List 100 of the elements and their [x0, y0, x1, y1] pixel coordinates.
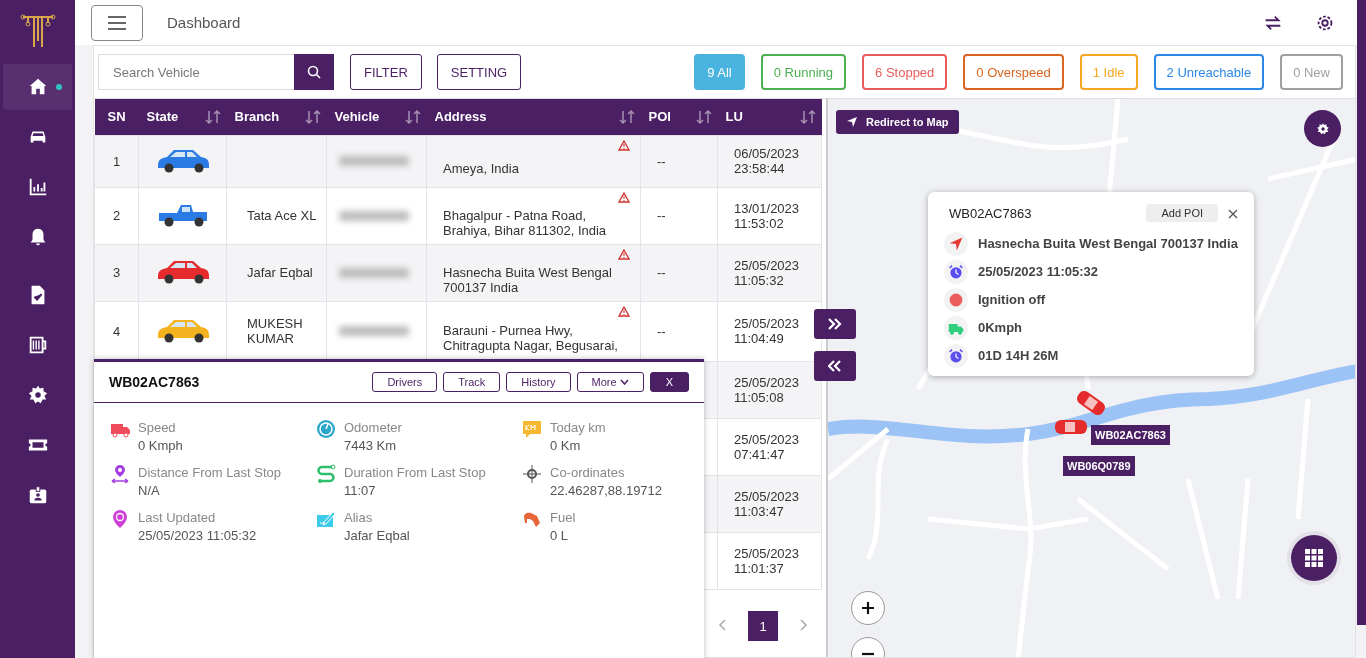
sort-icon[interactable] [304, 109, 321, 124]
map-view[interactable]: Redirect to Map WB02AC7863 Add POI Hasnecha Buita West Bengal 700137 India 25/05/2023 11:05:32 Ignition off 0Kmph 01D 14H 26M WB02AC7863 WB06Q0789 [826, 99, 1355, 657]
table-cell: 25/05/2023 11:05:32 [734, 257, 800, 288]
setting-button[interactable]: SETTING [436, 54, 522, 90]
crosshair-icon [522, 464, 542, 484]
close-button[interactable]: X [649, 372, 689, 392]
column-header[interactable]: POI [640, 99, 718, 135]
field-value: 0 L [550, 527, 570, 545]
column-header[interactable]: Branch [226, 99, 327, 135]
table-cell: 13/01/2023 11:53:02 [734, 200, 800, 231]
panel-title: WB02AC7863 [109, 374, 200, 390]
field-label: Last Updated [138, 509, 217, 526]
caret-icon [619, 379, 629, 385]
popup-title: WB02AC7863 [948, 205, 1032, 221]
field-value: N/A [138, 482, 161, 500]
chevron-left-icon [718, 619, 726, 631]
redirect-to-map-button[interactable]: Redirect to Map [836, 110, 959, 134]
column-header[interactable]: LU [717, 99, 822, 135]
menu-button[interactable] [91, 4, 143, 41]
field-label: Today km [550, 419, 606, 436]
table-cell: 25/05/2023 11:03:47 [734, 488, 800, 519]
sidebar-item[interactable] [3, 64, 72, 110]
field-label: Co-ordinates [550, 464, 626, 481]
grid-icon [1305, 549, 1323, 567]
status-filter[interactable]: 0 Overspeed [963, 54, 1064, 90]
table-cell: Ameya, India [443, 160, 519, 176]
search-field[interactable]: Search Vehicle [98, 54, 294, 90]
sort-icon[interactable] [404, 109, 421, 124]
table-cell: Barauni - Purnea Hwy, Chitragupta Nagar, Begusarai, [443, 323, 618, 353]
history-button[interactable]: History [506, 372, 571, 392]
column-header[interactable]: State [138, 99, 227, 135]
table-cell: 25/05/2023 07:41:47 [734, 431, 800, 462]
sort-icon[interactable] [799, 109, 816, 124]
field-label: Alias [344, 509, 374, 526]
pin-distance-icon [110, 464, 130, 484]
drivers-button[interactable]: Drivers [372, 372, 438, 392]
table-cell: 3 [112, 265, 121, 280]
table-cell: 25/05/2023 11:01:37 [734, 545, 800, 576]
filter-button[interactable]: FILTER [350, 54, 422, 90]
status-dot-icon [948, 292, 964, 308]
table-cell: Hasnecha Buita West Bengal 700137 India [443, 264, 612, 295]
zoom-in-button[interactable] [851, 591, 885, 625]
page-button[interactable]: 1 [748, 611, 778, 641]
popup-text: 0Kmph [978, 319, 1023, 336]
apps-button[interactable] [1291, 535, 1337, 581]
column-header[interactable]: Address [426, 99, 641, 135]
column-header[interactable]: SN [94, 99, 139, 135]
table-cell: -- [657, 265, 666, 280]
table-cell: 1 [112, 153, 121, 169]
direction-arrow-icon [948, 236, 964, 252]
scrollbar[interactable] [1357, 0, 1366, 625]
blurred-plate [339, 210, 409, 221]
field-value: 22.46287,88.19712 [550, 482, 663, 500]
more-button[interactable]: More [576, 372, 644, 392]
car-marker-icon [1053, 417, 1089, 437]
double-chevron-right-icon [828, 318, 842, 330]
table-cell: 2 [112, 208, 121, 223]
search-button[interactable] [294, 54, 334, 90]
search-icon [307, 65, 321, 79]
sort-icon[interactable] [204, 109, 221, 124]
alarm-clock-icon [948, 264, 964, 280]
route-icon [316, 464, 336, 484]
map-settings-button[interactable] [1304, 110, 1341, 147]
field-label: Duration From Last Stop [344, 464, 486, 481]
table-cell: -- [657, 153, 666, 169]
plus-icon [861, 601, 875, 615]
close-icon [1228, 208, 1238, 219]
field-label: Fuel [550, 509, 576, 526]
sort-icon[interactable] [618, 109, 635, 124]
field-value: Jafar Eqbal [344, 527, 410, 545]
settings-icon [26, 384, 49, 406]
gauge-icon [316, 419, 336, 439]
double-chevron-left-icon [828, 360, 842, 372]
add-poi-button[interactable]: Add POI [1146, 204, 1218, 222]
vehicle-label[interactable]: WB06Q0789 [1063, 456, 1135, 476]
km-badge-icon [522, 419, 542, 439]
table-cell: Tata Ace XL [247, 208, 317, 223]
table-cell: MUKESH KUMAR [247, 316, 303, 346]
popup-text: Hasnecha Buita West Bengal 700137 India [978, 235, 1238, 252]
settings-icon [1315, 121, 1330, 136]
column-header[interactable]: Vehicle [326, 99, 427, 135]
table-cell: 06/05/2023 23:58:44 [734, 146, 800, 176]
expand-button[interactable] [814, 309, 856, 339]
sort-icon[interactable] [695, 109, 712, 124]
popup-text: 01D 14H 26M [978, 347, 1059, 364]
navigation-arrow-icon [846, 116, 858, 128]
status-filter[interactable]: 2 Unreachable [1153, 54, 1265, 90]
collapse-button[interactable] [814, 351, 856, 381]
field-value: 11:07 [344, 482, 377, 500]
vehicle-label[interactable]: WB02AC7863 [1091, 425, 1170, 445]
status-filter[interactable]: 6 Stopped [862, 54, 948, 90]
track-button[interactable]: Track [443, 372, 501, 392]
field-value: 25/05/2023 11:05:32 [138, 527, 257, 545]
page-title: Dashboard [167, 14, 241, 31]
menu-icon [108, 15, 126, 30]
popup-text: 25/05/2023 11:05:32 [978, 263, 1098, 280]
popup-text: Ignition off [978, 291, 1046, 308]
field-value: 0 Kmph [138, 437, 183, 455]
blurred-plate [339, 326, 409, 336]
chevron-right-icon [800, 619, 808, 631]
